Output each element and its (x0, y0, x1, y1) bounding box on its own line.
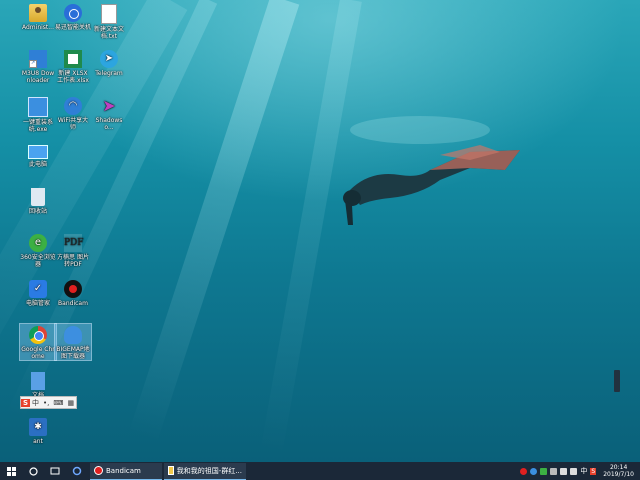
ime-language-toggle[interactable]: 中 (30, 398, 41, 408)
desktop-icon-image-to-pdf[interactable]: PDF 方楠思 图片转PDF (55, 232, 91, 268)
start-button[interactable] (0, 462, 22, 480)
taskbar-app-label: Bandicam (106, 466, 141, 475)
paper-plane-icon: ➤ (102, 96, 116, 115)
desktop-icon-administrator[interactable]: Administ... (20, 2, 56, 31)
clock[interactable]: 20:14 2019/7/10 (603, 464, 634, 478)
desktop-icon-pc-manager[interactable]: ✓ 电脑管家 (20, 278, 56, 307)
taskbar-app-bandicam[interactable]: Bandicam (90, 462, 162, 480)
shield-tray-icon[interactable] (530, 467, 538, 475)
taskbar: Bandicam 我和我的祖国-群红... 中 S 20:14 2019/7/1… (0, 462, 640, 480)
browser-360-icon: e (29, 234, 47, 252)
icon-label: Bandicam (58, 300, 88, 307)
text-file-icon (101, 4, 117, 24)
ime-indicator[interactable]: 中 (580, 466, 587, 476)
computer-icon (28, 145, 48, 159)
desktop-icon-telegram[interactable]: ➤ Telegram (91, 48, 127, 77)
app-tray-icon[interactable] (550, 467, 558, 475)
taskbar-app-map-viewer[interactable]: 我和我的祖国-群红... (164, 462, 246, 480)
record-icon (94, 466, 103, 475)
ant-icon: ✱ (29, 418, 47, 436)
icon-label: Administ... (22, 24, 54, 31)
edge-panel-handle[interactable] (614, 370, 620, 392)
clock-date: 2019/7/10 (603, 471, 634, 478)
record-icon (64, 280, 82, 298)
desktop-icon-text-file[interactable]: 新建文本文档.txt (91, 2, 127, 40)
icon-label: Shadowso... (95, 117, 123, 131)
desktop-icon-google-chrome[interactable]: Google Chrome (19, 323, 57, 361)
desktop-icon-system-reinstall[interactable]: 一键重装系统.exe (20, 95, 56, 133)
desktop-icon-ant[interactable]: ✱ ant (20, 416, 56, 445)
map-app-icon (168, 466, 174, 475)
icon-label: ant (33, 438, 43, 445)
skin-icon[interactable]: ▦ (66, 399, 77, 407)
icon-label: 回收站 (28, 208, 47, 215)
desktop-icon-m3u8-downloader[interactable]: ↗ M3U8 Downloader (20, 48, 56, 84)
desktop-icon-bigemap[interactable]: BIGEMAP地图下载器 (54, 323, 92, 361)
taskbar-app-label: 我和我的祖国-群红... (176, 466, 242, 475)
icon-label: Telegram (95, 70, 123, 77)
task-view-button[interactable] (44, 462, 66, 480)
clock-time: 20:14 (609, 464, 628, 471)
desktop-icon-shutdown[interactable]: 易迅智能关机 (55, 2, 91, 31)
network-icon[interactable] (560, 467, 568, 475)
pdf-icon: PDF (64, 234, 84, 252)
document-icon (31, 372, 45, 390)
power-icon (64, 4, 82, 22)
search-button[interactable] (22, 462, 44, 480)
spreadsheet-icon (64, 50, 82, 68)
desktop-icon-360-browser[interactable]: e 360安全浏览器 (20, 232, 56, 268)
gear-icon (72, 466, 82, 476)
sogou-logo-icon[interactable]: S (21, 398, 31, 407)
ime-toolbar[interactable]: S 中 •, ⌨ ▦ (20, 396, 78, 409)
bandicam-tray-icon[interactable] (520, 467, 528, 475)
globe-icon (64, 326, 82, 344)
icon-label: 易迅智能关机 (55, 24, 92, 31)
task-view-icon (50, 467, 60, 475)
shield-icon: ✓ (29, 280, 47, 298)
volume-icon[interactable] (570, 467, 578, 475)
chrome-icon (29, 326, 47, 344)
desktop-icon-wifi-share[interactable]: ◠ WiFi共享大师 (55, 95, 91, 131)
system-tray: 中 S 20:14 2019/7/10 (520, 462, 640, 480)
ime-punctuation-toggle[interactable]: •, (41, 399, 51, 407)
icon-label: 360安全浏览器 (20, 254, 56, 268)
wifi-icon: ◠ (64, 97, 82, 115)
monitor-icon (28, 97, 48, 117)
security-tray-icon[interactable] (540, 467, 548, 475)
recycle-bin-icon (31, 188, 45, 206)
shortcut-arrow-icon: ↗ (29, 60, 37, 68)
desktop-icon-recycle-bin[interactable]: 回收站 (20, 186, 56, 215)
icon-label: WiFi共享大师 (57, 117, 89, 131)
icon-label: 新建 XLSX 工作表.xlsx (57, 70, 89, 84)
desktop-icon-this-pc[interactable]: 此电脑 (20, 140, 56, 168)
icon-label: Google Chrome (21, 346, 55, 360)
icon-label: M3U8 Downloader (21, 70, 55, 84)
telegram-icon: ➤ (100, 50, 118, 68)
icon-label: BIGEMAP地图下载器 (56, 346, 90, 360)
cortana-circle-icon (28, 466, 38, 476)
desktop-icon-document[interactable]: 文档 (20, 370, 56, 399)
desktop-icon-bandicam[interactable]: Bandicam (55, 278, 91, 307)
download-arrow-icon: ↗ (29, 50, 47, 68)
desktop-icon-xlsx[interactable]: 新建 XLSX 工作表.xlsx (55, 48, 91, 84)
windows-logo-icon (6, 466, 16, 476)
icon-label: 此电脑 (28, 161, 47, 168)
sogou-tray-icon[interactable]: S (590, 467, 597, 475)
keyboard-icon[interactable]: ⌨ (51, 399, 65, 407)
icon-label: 电脑管家 (25, 300, 50, 307)
pinned-app-button[interactable] (66, 462, 88, 480)
user-folder-icon (29, 4, 47, 22)
icon-label: 新建文本文档.txt (93, 26, 124, 40)
icon-label: 方楠思 图片转PDF (57, 254, 89, 268)
icon-label: 一键重装系统.exe (22, 119, 53, 133)
desktop-icon-shadowsocks[interactable]: ➤ Shadowso... (91, 95, 127, 132)
